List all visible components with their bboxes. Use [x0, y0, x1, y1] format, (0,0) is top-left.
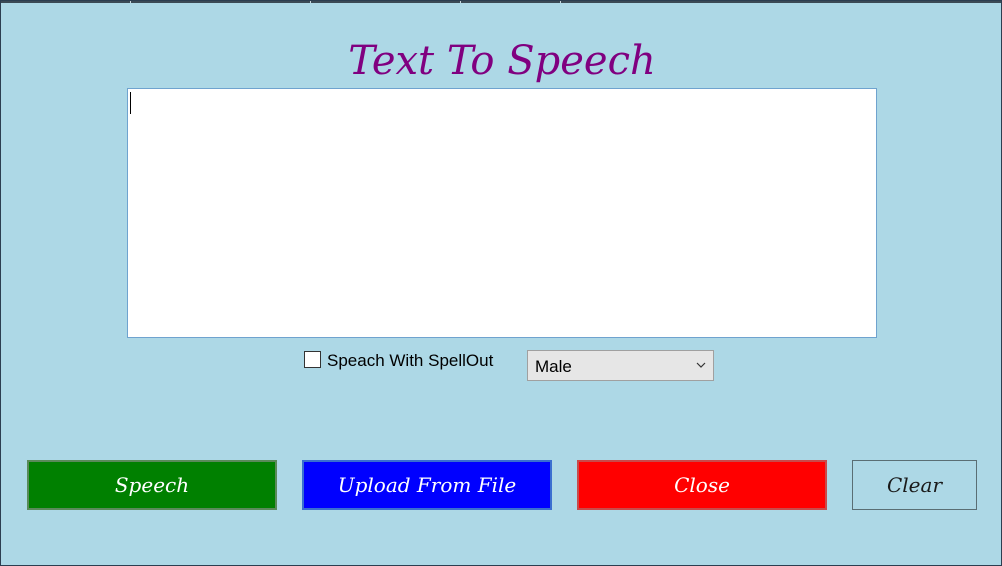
spellout-checkbox[interactable] [304, 351, 321, 368]
top-border-tick [310, 1, 311, 3]
top-border [1, 1, 1001, 3]
text-input-area[interactable] [127, 88, 877, 338]
upload-from-file-button[interactable]: Upload From File [302, 460, 552, 510]
voice-dropdown-value: Male [535, 357, 572, 376]
top-border-tick [130, 1, 131, 3]
speech-button[interactable]: Speech [27, 460, 277, 510]
clear-button[interactable]: Clear [852, 460, 977, 510]
top-border-tick [460, 1, 461, 3]
top-border-tick [560, 1, 561, 3]
voice-dropdown[interactable]: Male [527, 350, 714, 381]
chevron-down-icon [696, 362, 706, 368]
main-window: Text To Speech Speach With SpellOut Male… [0, 0, 1002, 566]
close-button[interactable]: Close [577, 460, 827, 510]
spellout-label[interactable]: Speach With SpellOut [327, 351, 493, 371]
page-title: Text To Speech [348, 38, 656, 84]
text-cursor [130, 92, 131, 114]
